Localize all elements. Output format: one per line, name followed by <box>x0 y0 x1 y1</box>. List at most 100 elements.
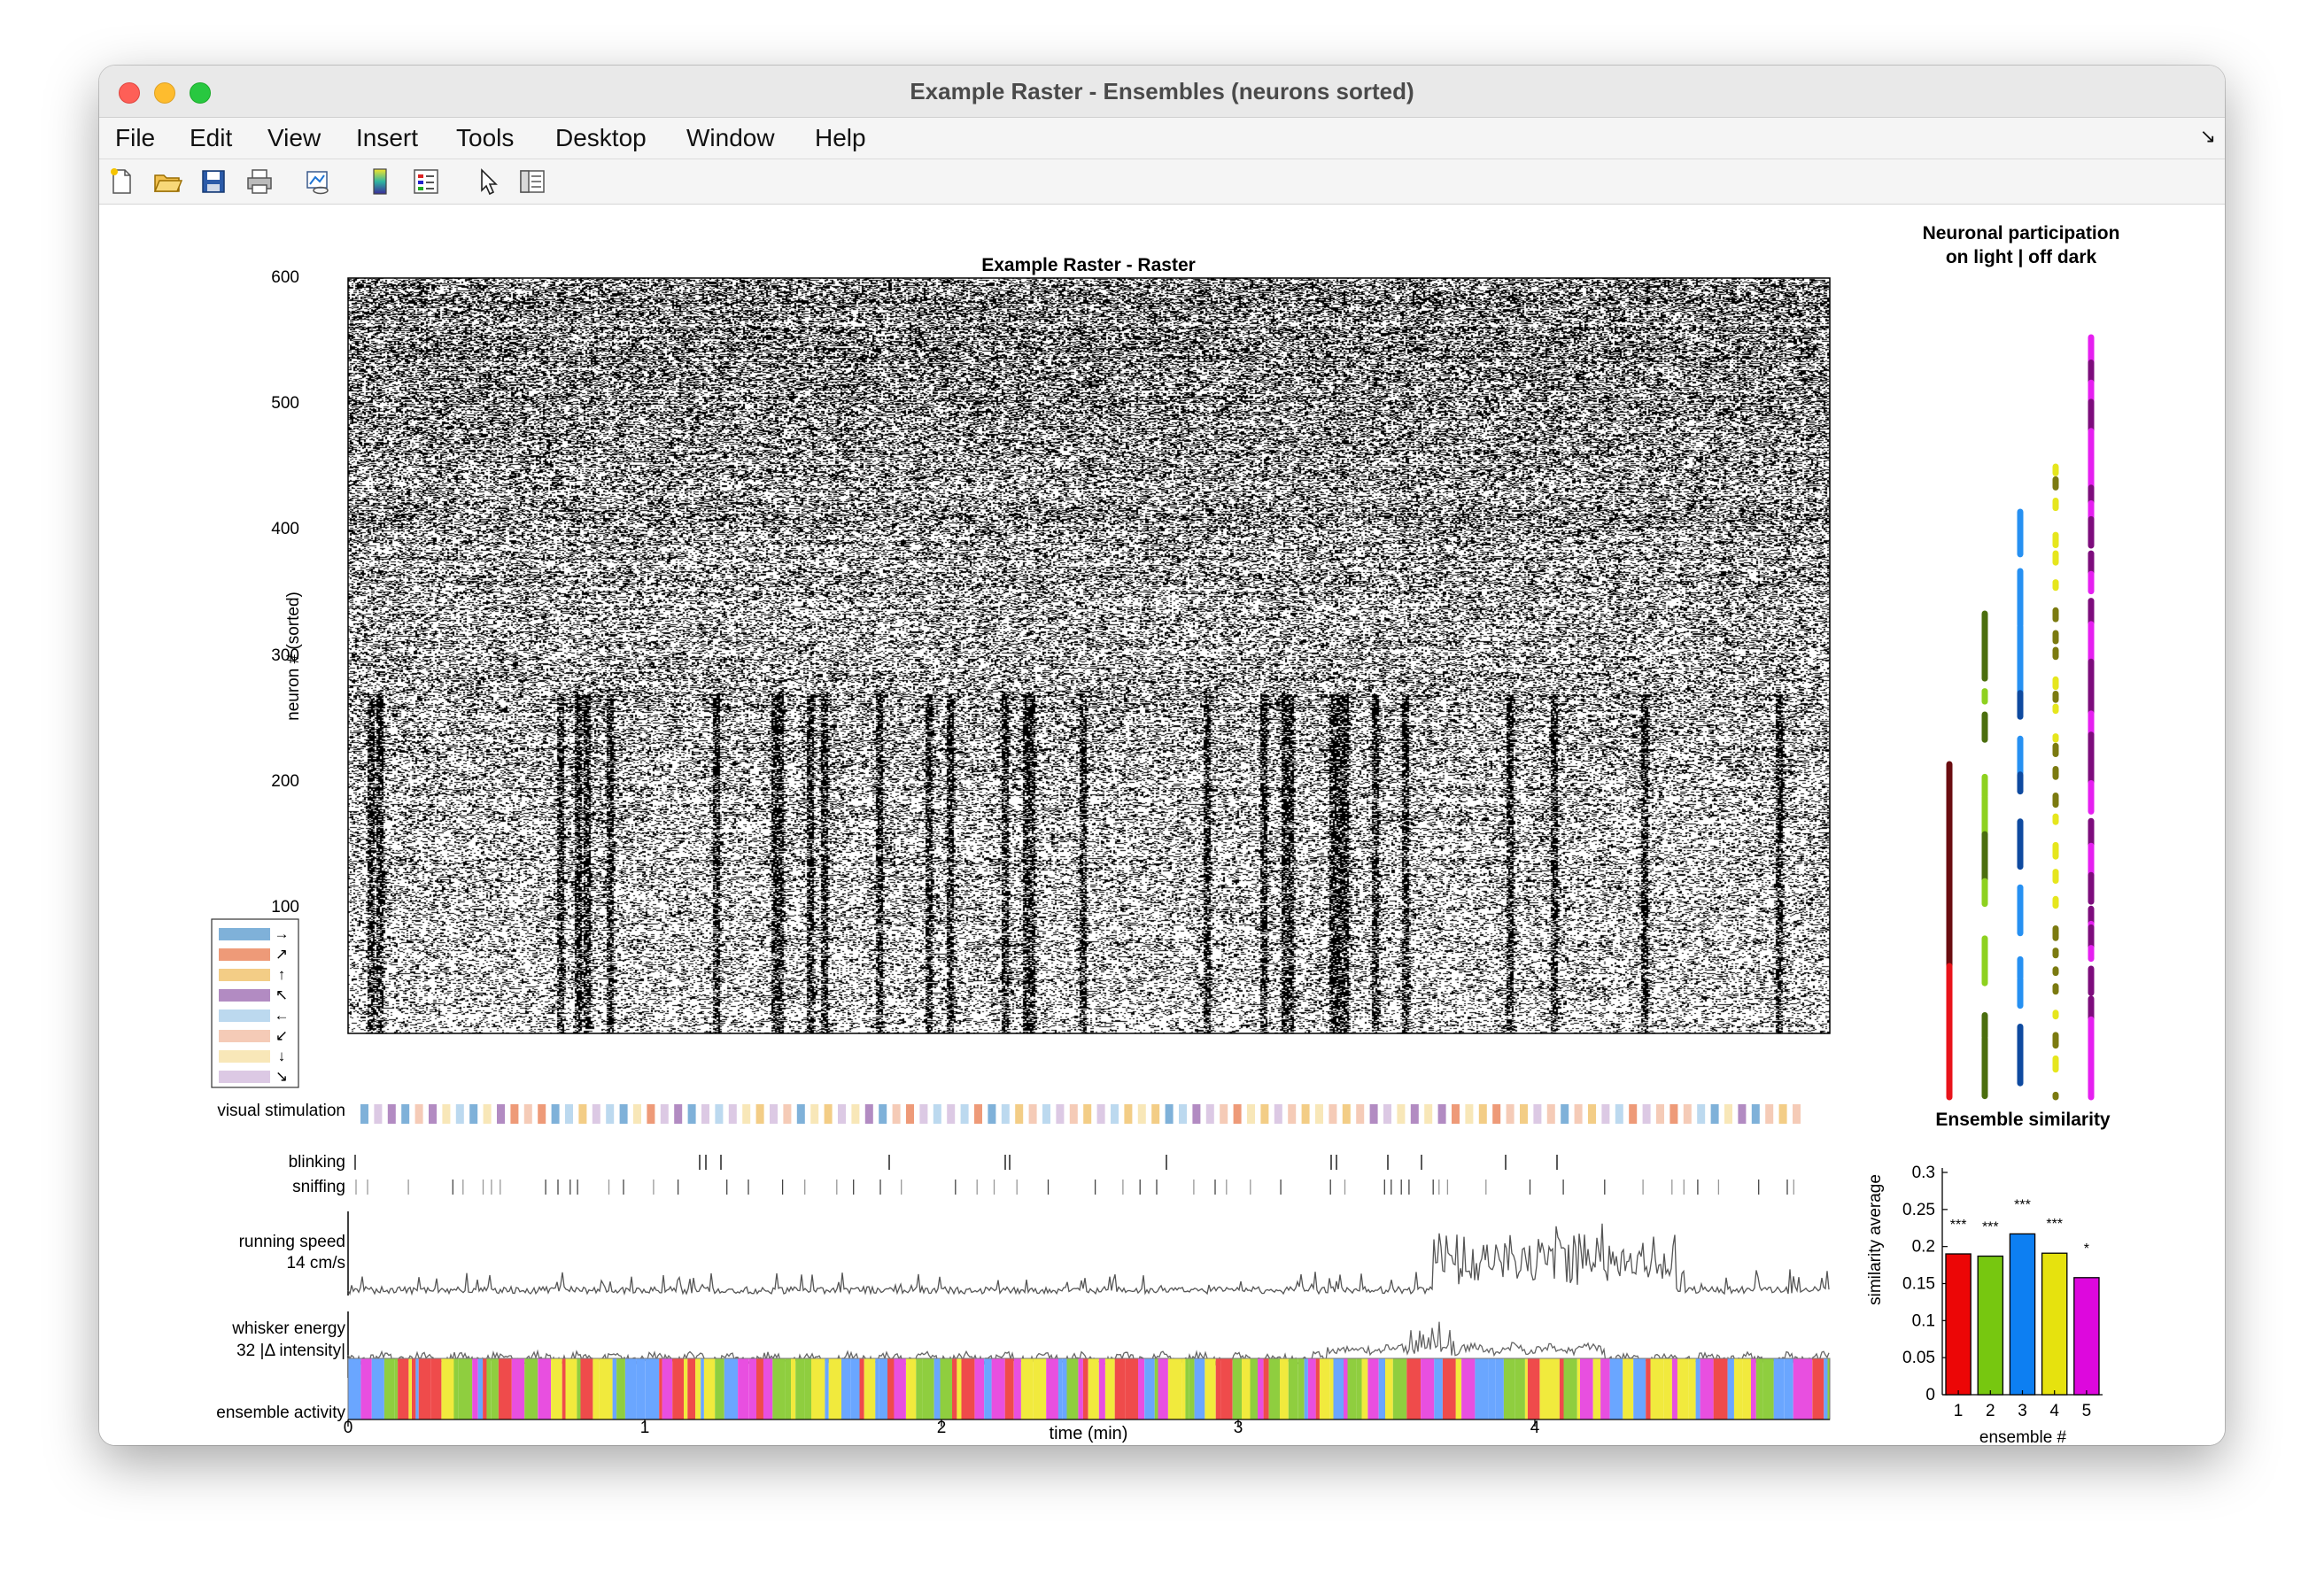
stimulus-block <box>455 1104 464 1124</box>
ensemble-segment <box>371 1358 384 1419</box>
stimulus-block <box>633 1104 641 1124</box>
stimulus-block <box>974 1104 982 1124</box>
stimulus-block <box>442 1104 451 1124</box>
stimulus-block <box>1274 1104 1282 1124</box>
menu-insert[interactable]: Insert <box>356 118 418 159</box>
similarity-bar <box>2073 1277 2100 1396</box>
menu-file[interactable]: File <box>115 118 155 159</box>
similarity-ytick-label: 0.2 <box>1912 1238 1935 1257</box>
ensemble-segment <box>1421 1358 1435 1419</box>
visual-stim-label: visual stimulation <box>217 1102 345 1120</box>
ensemble-segment <box>1804 1358 1813 1419</box>
ensemble-segment <box>991 1358 1005 1419</box>
ensemble-activity-label: ensemble activity <box>216 1404 345 1422</box>
print-icon[interactable] <box>244 166 275 197</box>
stimulus-block <box>1546 1104 1555 1124</box>
insert-colorbar-icon[interactable] <box>365 166 395 197</box>
ensemble-segment <box>1189 1358 1195 1419</box>
stimulus-block <box>551 1104 560 1124</box>
menu-tools[interactable]: Tools <box>456 118 514 159</box>
ensemble-segment <box>498 1358 504 1419</box>
ensemble-segment <box>486 1358 492 1419</box>
raster-heatmap <box>348 278 1830 1033</box>
direction-legend-swatch <box>219 969 270 981</box>
menu-window[interactable]: Window <box>686 118 775 159</box>
direction-legend-swatch <box>219 1071 270 1083</box>
ensemble-segment <box>1609 1358 1623 1419</box>
ensemble-segment <box>477 1358 484 1419</box>
ensemble-segment <box>1066 1358 1079 1419</box>
stimulus-block <box>1260 1104 1269 1124</box>
open-file-icon[interactable] <box>152 166 182 197</box>
ensemble-segment <box>391 1358 395 1419</box>
ensemble-segment <box>1098 1358 1105 1419</box>
stimulus-block <box>1710 1104 1719 1124</box>
ensemble-segment <box>1773 1358 1785 1419</box>
save-icon[interactable] <box>198 166 229 197</box>
ensemble-segment <box>804 1358 811 1419</box>
ensemble-segment <box>348 1358 355 1419</box>
raster-ytick-100: 100 <box>271 898 299 917</box>
stimulus-block <box>1329 1104 1337 1124</box>
ensemble-segment <box>1385 1358 1393 1419</box>
figure-canvas[interactable]: Example Raster - Raster 600 500 400 300 … <box>99 205 2225 1445</box>
ensemble-segment <box>1205 1358 1216 1419</box>
new-figure-icon[interactable] <box>106 166 136 197</box>
stimulus-block <box>510 1104 519 1124</box>
edit-plot-icon[interactable] <box>473 166 503 197</box>
ensemble-segment <box>453 1358 459 1419</box>
ensemble-segment <box>894 1358 906 1419</box>
ensemble-segment <box>398 1358 409 1419</box>
ensemble-segment <box>922 1358 934 1419</box>
ensemble-segment <box>1646 1358 1651 1419</box>
ensemble-segment <box>1527 1358 1540 1419</box>
stimulus-block <box>824 1104 833 1124</box>
ensemble-segment <box>961 1358 975 1419</box>
insert-legend-icon[interactable] <box>411 166 441 197</box>
ensemble-segment <box>1288 1358 1298 1419</box>
ensemble-segment <box>1057 1358 1063 1419</box>
ensemble-segment <box>1215 1358 1221 1419</box>
stimulus-block <box>1288 1104 1297 1124</box>
ensemble-segment <box>1742 1358 1751 1419</box>
ensemble-segment <box>458 1358 473 1419</box>
stimulus-block <box>1220 1104 1228 1124</box>
ensemble-segment <box>1004 1358 1011 1419</box>
ensemble-segment <box>1695 1358 1700 1419</box>
time-ticklabel-1: 1 <box>640 1419 650 1437</box>
stimulus-block <box>1247 1104 1255 1124</box>
similarity-ylabel: similarity average <box>1866 1174 1885 1305</box>
link-plot-icon[interactable] <box>303 166 333 197</box>
ensemble-segment <box>1549 1358 1560 1419</box>
ensemble-segment <box>1144 1358 1155 1419</box>
stimulus-block <box>1083 1104 1092 1124</box>
ensemble-segment <box>1751 1358 1756 1419</box>
ensemble-segment <box>1633 1358 1646 1419</box>
menu-desktop[interactable]: Desktop <box>555 118 647 159</box>
raster-ylabel: neuron # (sorted) <box>284 592 303 721</box>
significance-label: *** <box>1950 1218 1967 1233</box>
direction-legend-swatch <box>219 989 270 1002</box>
ensemble-segment <box>933 1358 941 1419</box>
sniffing-events <box>355 1180 1794 1195</box>
menu-edit[interactable]: Edit <box>190 118 232 159</box>
ensemble-segment <box>551 1358 562 1419</box>
menu-help[interactable]: Help <box>815 118 866 159</box>
stimulus-block <box>1765 1104 1774 1124</box>
participation-title-1: Neuronal participation <box>1923 223 2120 244</box>
ensemble-segment <box>1784 1358 1793 1419</box>
participation-title-2: on light | off dark <box>1946 247 2097 267</box>
ensemble-segment <box>1088 1358 1099 1419</box>
undock-arrow-icon[interactable]: ↘ <box>2200 125 2216 148</box>
title-bar: Example Raster - Ensembles (neurons sort… <box>99 66 2225 118</box>
stimulus-block <box>1179 1104 1187 1124</box>
open-property-inspector-icon[interactable] <box>517 166 547 197</box>
stimulus-block <box>796 1104 805 1124</box>
stimulus-block <box>538 1104 546 1124</box>
stimulus-block <box>565 1104 573 1124</box>
ensemble-segment <box>430 1358 442 1419</box>
ensemble-segment <box>724 1358 733 1419</box>
stimulus-block <box>1574 1104 1583 1124</box>
menu-view[interactable]: View <box>267 118 321 159</box>
ensemble-segment <box>1663 1358 1672 1419</box>
